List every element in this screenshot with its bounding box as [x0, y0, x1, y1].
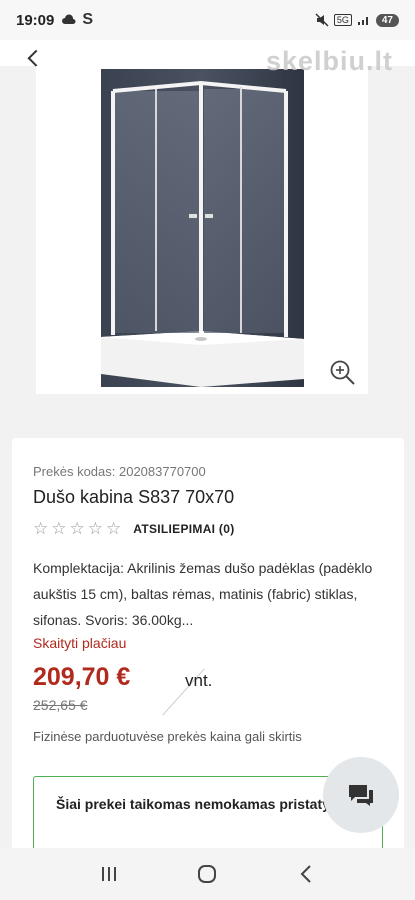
chat-icon [349, 785, 373, 806]
star-icon: ☆ [51, 519, 67, 538]
price-row: 209,70 € 252,65 € vnt. [33, 663, 383, 719]
home-icon [198, 865, 217, 883]
mute-icon [315, 13, 329, 27]
star-icon: ☆ [87, 519, 103, 538]
nav-recents-button[interactable] [89, 854, 129, 894]
price-unit: vnt. [185, 671, 213, 690]
watermark: skelbiu.lt [265, 46, 393, 76]
carrier-letter: S [82, 11, 94, 28]
current-price: 209,70 € [33, 663, 131, 691]
zoom-in-icon[interactable] [328, 358, 356, 386]
read-more-link[interactable]: Skaityti plačiau [33, 635, 126, 651]
status-time: 19:09 [16, 11, 55, 29]
recents-icon [102, 867, 117, 881]
status-bar: 19:09 S 5G 47 [0, 0, 415, 40]
free-shipping-text: Šiai prekei taikomas nemokamas pristatym… [56, 796, 358, 812]
rating-stars[interactable]: ☆ ☆ ☆ ☆ ☆ [33, 520, 121, 537]
network-label: 5G [333, 14, 352, 26]
price-note: Fizinėse parduotuvėse prekės kaina gali … [33, 729, 302, 744]
star-icon: ☆ [69, 519, 85, 538]
nav-home-button[interactable] [187, 854, 227, 894]
product-image[interactable] [101, 69, 304, 387]
weather-icon [62, 14, 76, 24]
star-icon: ☆ [33, 519, 49, 538]
product-description: Komplektacija: Akrilinis žemas dušo padė… [33, 560, 373, 628]
reviews-link[interactable]: ATSILIEPIMAI (0) [133, 522, 234, 536]
product-sku: Prekės kodas: 202083770700 [33, 464, 206, 479]
battery-badge: 47 [375, 13, 399, 27]
system-nav-bar [0, 848, 415, 900]
old-price: 252,65 € [33, 697, 88, 713]
star-icon: ☆ [106, 519, 122, 538]
nav-back-button[interactable] [286, 854, 326, 894]
chevron-up-icon[interactable] [27, 49, 45, 67]
back-icon [300, 865, 311, 883]
chat-button[interactable] [323, 757, 399, 833]
rating-row: ☆ ☆ ☆ ☆ ☆ ATSILIEPIMAI (0) [33, 520, 383, 537]
product-image-card[interactable] [36, 66, 368, 394]
product-title: Dušo kabina S837 70x70 [33, 487, 235, 507]
signal-icon [357, 17, 368, 25]
